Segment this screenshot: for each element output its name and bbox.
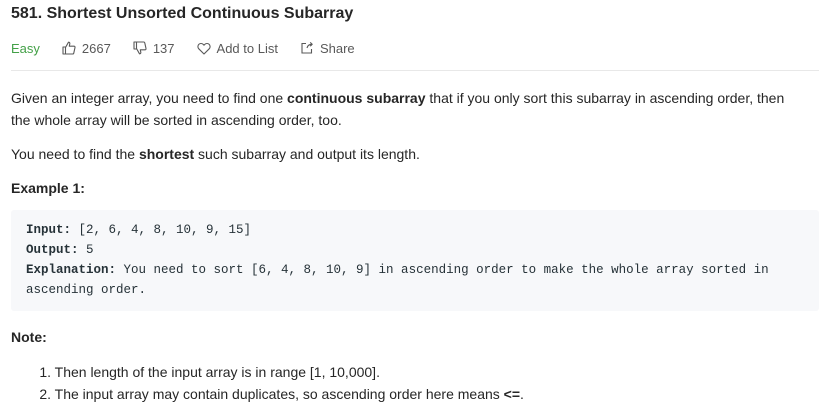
like-count: 2667 [81,40,111,56]
problem-title: 581. Shortest Unsorted Continuous Subarr… [11,5,354,22]
list-item: 1. Then length of the input array is in … [39,364,380,380]
description-paragraph-1: Given an integer array, you need to find… [11,90,785,128]
like-button[interactable]: 2667 [62,41,111,56]
add-to-list-label: Add to List [216,40,278,56]
example-code: Input: [2, 6, 4, 8, 10, 9, 15] Output: 5… [26,223,769,297]
add-to-list-button[interactable]: Add to List [196,40,278,56]
share-icon [301,42,313,54]
share-label: Share [319,40,355,56]
problem-meta-bar: Easy 2667 137 Add to List Share [11,39,377,57]
difficulty-label: Easy [11,40,40,56]
dislike-button[interactable]: 137 [133,41,175,56]
shortest-emphasis: shortest [138,146,195,162]
example-heading: Example 1: [11,180,85,196]
continuous-subarray-emphasis: continuous subarray [287,90,426,106]
dislike-count: 137 [152,40,175,56]
header-divider [11,70,819,71]
description-paragraph-2: You need to find the shortest such subar… [11,146,420,162]
note-heading: Note: [11,329,47,345]
share-button[interactable]: Share [300,41,355,56]
note-list: 1. Then length of the input array is in … [11,361,819,405]
list-item: 2. The input array may contain duplicate… [39,386,524,402]
example-code-block: Input: [2, 6, 4, 8, 10, 9, 15] Output: 5… [11,210,819,311]
thumbs-up-icon [62,41,76,55]
heart-icon [196,42,211,55]
thumbs-down-icon [133,41,147,55]
